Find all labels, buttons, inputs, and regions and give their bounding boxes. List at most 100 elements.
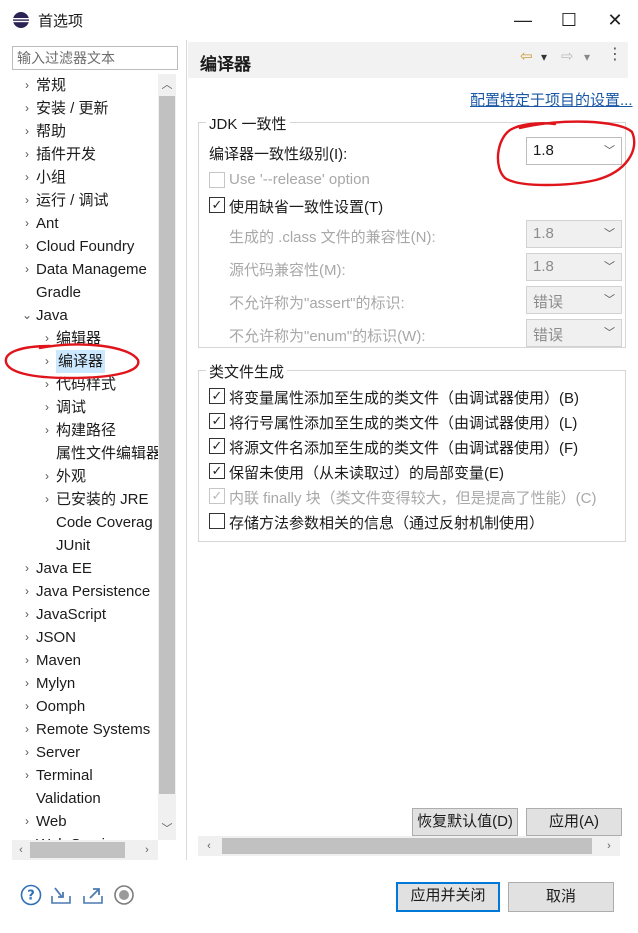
tree-item[interactable]: › Mylyn [20, 672, 158, 695]
tree-horizontal-scrollbar[interactable]: ‹ › [12, 840, 158, 860]
scroll-up-icon[interactable]: ︿ [158, 76, 176, 94]
collapsed-chevron-icon[interactable]: › [20, 695, 34, 718]
back-dropdown-icon[interactable]: ▾ [541, 50, 547, 64]
classfile-option-checkbox[interactable]: ✓ [209, 488, 225, 504]
collapsed-chevron-icon[interactable]: › [20, 97, 34, 120]
collapsed-chevron-icon[interactable]: › [40, 396, 54, 419]
tree-item[interactable]: › JSON [20, 626, 158, 649]
class-compat-select[interactable]: 1.8 ﹀ [526, 220, 622, 248]
tree-item[interactable]: › JavaScript [20, 603, 158, 626]
collapsed-chevron-icon[interactable]: › [20, 580, 34, 603]
tree-item[interactable]: Validation [20, 787, 158, 810]
collapsed-chevron-icon[interactable]: › [40, 327, 54, 350]
collapsed-chevron-icon[interactable]: › [20, 557, 34, 580]
collapsed-chevron-icon[interactable]: › [20, 74, 34, 97]
view-menu-icon[interactable]: ⋮ [607, 44, 623, 64]
tree-item[interactable]: › Web [20, 810, 158, 833]
collapsed-chevron-icon[interactable]: › [20, 120, 34, 143]
tree-item[interactable]: › Ant [20, 212, 158, 235]
apply-and-close-button[interactable]: 应用并关闭 [396, 882, 500, 912]
enum-identifier-select[interactable]: 错误 ﹀ [526, 319, 622, 347]
collapsed-chevron-icon[interactable]: › [40, 373, 54, 396]
collapsed-chevron-icon[interactable]: › [20, 189, 34, 212]
help-icon[interactable]: ? [20, 884, 42, 906]
close-button[interactable]: ✕ [592, 0, 638, 40]
scrollbar-thumb[interactable] [222, 838, 592, 854]
configure-project-settings-link[interactable]: 配置特定于项目的设置... [470, 89, 633, 110]
cancel-button[interactable]: 取消 [508, 882, 614, 912]
collapsed-chevron-icon[interactable]: › [20, 143, 34, 166]
tree-item[interactable]: JUnit [40, 534, 158, 557]
tree-vertical-scrollbar[interactable]: ︿ ﹀ [158, 74, 176, 840]
import-icon[interactable] [50, 884, 72, 906]
tree-item[interactable]: › 运行 / 调试 [20, 189, 158, 212]
collapsed-chevron-icon[interactable]: › [20, 212, 34, 235]
collapsed-chevron-icon[interactable]: › [20, 833, 34, 840]
tree-item[interactable]: › Cloud Foundry [20, 235, 158, 258]
tree-item[interactable]: 属性文件编辑器 [40, 442, 158, 465]
compliance-level-select[interactable]: 1.8 ﹀ [526, 137, 622, 165]
forward-arrow-icon[interactable]: ⇨ [561, 47, 574, 65]
tree-item[interactable]: › 构建路径 [40, 419, 158, 442]
tree-item[interactable]: › Java EE [20, 557, 158, 580]
tree-item[interactable]: › 外观 [40, 465, 158, 488]
tree-item[interactable]: › 帮助 [20, 120, 158, 143]
collapsed-chevron-icon[interactable]: › [20, 741, 34, 764]
tree-item[interactable]: ⌄ Java [20, 304, 158, 327]
tree-item[interactable]: Code Coverag [40, 511, 158, 534]
tree-item[interactable]: › 小组 [20, 166, 158, 189]
tree-item[interactable]: › Server [20, 741, 158, 764]
use-default-compliance-checkbox[interactable]: ✓ [209, 197, 225, 213]
forward-dropdown-icon[interactable]: ▾ [584, 50, 590, 64]
filter-input[interactable] [12, 46, 178, 70]
collapsed-chevron-icon[interactable]: › [20, 810, 34, 833]
scroll-down-icon[interactable]: ﹀ [158, 820, 176, 838]
export-icon[interactable] [82, 884, 104, 906]
tree-item[interactable]: › 代码样式 [40, 373, 158, 396]
restore-defaults-button[interactable]: 恢复默认值(D) [412, 808, 518, 836]
collapsed-chevron-icon[interactable]: › [20, 649, 34, 672]
collapsed-chevron-icon[interactable]: › [40, 488, 54, 511]
tree-item[interactable]: ›Web Services [20, 833, 158, 840]
tree-item[interactable]: › 已安装的 JRE [40, 488, 158, 511]
classfile-option-checkbox[interactable]: ✓ [209, 463, 225, 479]
scroll-left-icon[interactable]: ‹ [12, 841, 30, 859]
assert-identifier-select[interactable]: 错误 ﹀ [526, 286, 622, 314]
collapsed-chevron-icon[interactable]: › [40, 350, 54, 373]
collapsed-chevron-icon[interactable]: › [40, 465, 54, 488]
minimize-button[interactable]: — [500, 0, 546, 40]
pane-divider[interactable] [186, 40, 187, 860]
source-compat-select[interactable]: 1.8 ﹀ [526, 253, 622, 281]
classfile-option-checkbox[interactable]: ✓ [209, 438, 225, 454]
collapsed-chevron-icon[interactable]: › [20, 258, 34, 281]
release-option-checkbox[interactable] [209, 172, 225, 188]
tree-item[interactable]: › Oomph [20, 695, 158, 718]
scrollbar-thumb[interactable] [159, 96, 175, 794]
collapsed-chevron-icon[interactable]: › [20, 764, 34, 787]
collapsed-chevron-icon[interactable]: › [20, 672, 34, 695]
classfile-option-checkbox[interactable]: ✓ [209, 388, 225, 404]
collapsed-chevron-icon[interactable]: › [20, 235, 34, 258]
tree-item[interactable]: › 编译器 [40, 350, 158, 373]
tree-item[interactable]: › 插件开发 [20, 143, 158, 166]
maximize-button[interactable]: ☐ [546, 0, 592, 40]
collapsed-chevron-icon[interactable]: › [20, 718, 34, 741]
tree-item[interactable]: › 安装 / 更新 [20, 97, 158, 120]
tree-item[interactable]: › Remote Systems [20, 718, 158, 741]
tree-item[interactable]: › 调试 [40, 396, 158, 419]
tree-item[interactable]: Gradle [20, 281, 158, 304]
scroll-right-icon[interactable]: › [138, 841, 156, 859]
collapsed-chevron-icon[interactable]: › [20, 166, 34, 189]
tree-item[interactable]: › 编辑器 [40, 327, 158, 350]
scrollbar-thumb[interactable] [30, 842, 125, 858]
tree-item[interactable]: › Data Manageme [20, 258, 158, 281]
classfile-option-checkbox[interactable] [209, 513, 225, 529]
scroll-left-icon[interactable]: ‹ [200, 837, 218, 855]
tree-item[interactable]: › Terminal [20, 764, 158, 787]
record-icon[interactable] [113, 884, 135, 906]
expanded-chevron-icon[interactable]: ⌄ [20, 304, 34, 327]
collapsed-chevron-icon[interactable]: › [20, 603, 34, 626]
tree-item[interactable]: › Java Persistence [20, 580, 158, 603]
page-horizontal-scrollbar[interactable]: ‹ › [198, 836, 620, 856]
collapsed-chevron-icon[interactable]: › [20, 626, 34, 649]
